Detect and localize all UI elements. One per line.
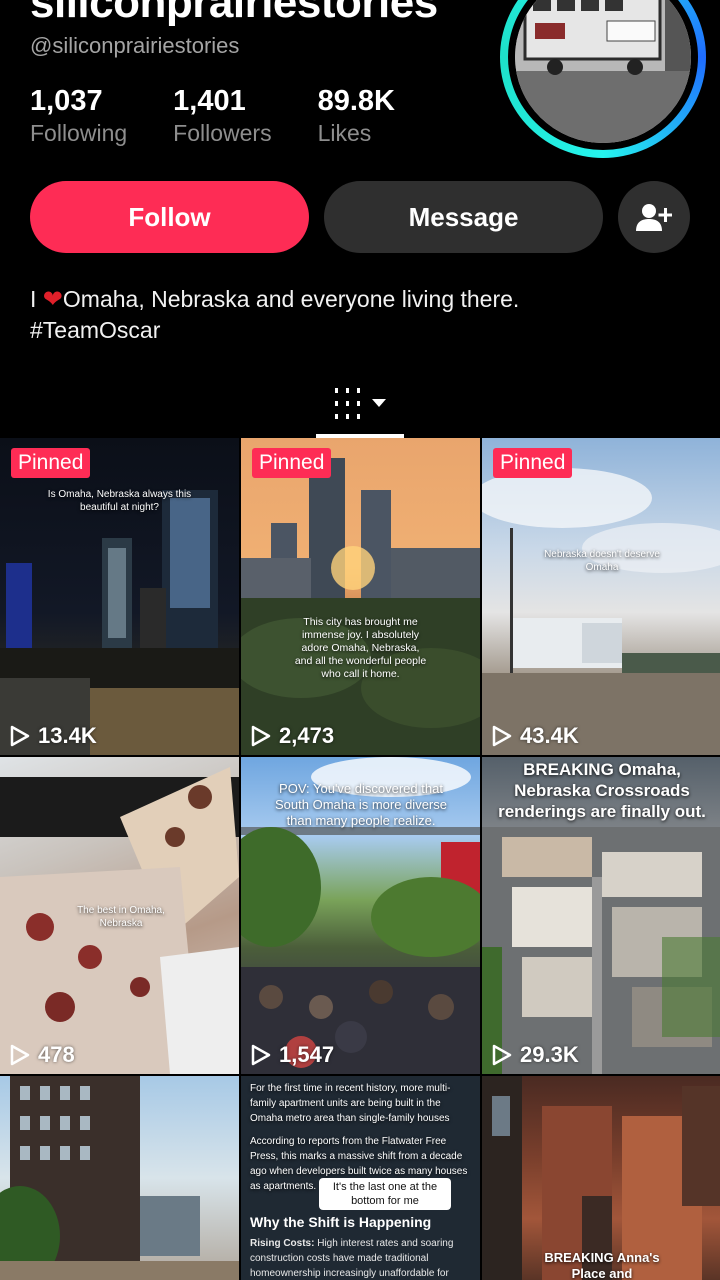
play-icon <box>251 725 271 747</box>
view-count: 43.4K <box>492 723 579 749</box>
bio-prefix: I <box>30 286 37 312</box>
video-tile[interactable]: POV: You've discovered that South Omaha … <box>241 757 480 1074</box>
pinned-badge: Pinned <box>252 448 332 478</box>
heart-icon: ❤ <box>42 286 63 313</box>
article-intro: For the first time in recent history, mo… <box>250 1083 451 1124</box>
view-count: 478 <box>10 1042 75 1068</box>
video-grid: Pinned Is Omaha, Nebraska always this be… <box>0 438 720 1280</box>
comment-bubble: It's the last one at the bottom for me <box>319 1178 451 1210</box>
content-tabbar <box>0 372 720 438</box>
video-tile[interactable]: BREAKING Anna's Place and <box>482 1076 720 1280</box>
add-person-icon <box>636 204 672 231</box>
view-count: 2,473 <box>251 723 334 749</box>
bio-hashtag[interactable]: #TeamOscar <box>30 315 519 346</box>
video-tile[interactable]: BREAKING Omaha, Nebraska Crossroads rend… <box>482 757 720 1074</box>
view-count: 13.4K <box>10 723 97 749</box>
view-count-text: 478 <box>38 1042 75 1067</box>
avatar-image <box>515 0 691 143</box>
stat-label: Likes <box>317 120 372 146</box>
profile-handle: @siliconprairiestories <box>30 33 240 58</box>
video-tile[interactable] <box>0 1076 239 1280</box>
grid-filter-icon <box>335 388 386 419</box>
video-thumbnail <box>0 1076 239 1280</box>
bio-line-1: I ❤Omaha, Nebraska and everyone living t… <box>30 284 519 315</box>
bullet-title: Rising Costs: <box>250 1238 315 1249</box>
stat-likes: 89.8K Likes <box>318 84 395 148</box>
stat-followers[interactable]: 1,401 Followers <box>173 84 271 148</box>
add-friend-button[interactable] <box>618 181 690 253</box>
view-count-text: 1,547 <box>279 1042 335 1067</box>
display-name: siliconprairiestories <box>30 0 438 27</box>
article-bullet: Rising Costs: High interest rates and so… <box>250 1236 472 1280</box>
profile-bio: I ❤Omaha, Nebraska and everyone living t… <box>30 284 519 346</box>
play-icon <box>251 1044 271 1066</box>
view-count-text: 29.3K <box>520 1042 579 1067</box>
play-icon <box>492 1044 512 1066</box>
video-tile[interactable]: Pinned Nebraska doesn't deserve Omaha 43… <box>482 438 720 755</box>
pinned-badge: Pinned <box>493 448 573 478</box>
bio-text: Omaha, Nebraska and everyone living ther… <box>62 286 520 312</box>
view-count-text: 13.4K <box>38 723 97 748</box>
video-caption: BREAKING Omaha, Nebraska Crossroads rend… <box>498 760 706 821</box>
follow-button[interactable]: Follow <box>30 181 309 253</box>
stat-value: 89.8K <box>317 85 395 117</box>
video-caption: Nebraska doesn't deserve Omaha <box>544 549 660 573</box>
video-caption: The best in Omaha, Nebraska <box>77 905 165 929</box>
video-caption: BREAKING Anna's Place and <box>544 1250 660 1280</box>
stat-value: 1,401 <box>173 85 246 117</box>
view-count: 29.3K <box>492 1042 579 1068</box>
play-icon <box>10 1044 30 1066</box>
video-thumbnail <box>482 468 720 755</box>
video-thumbnail <box>241 458 480 755</box>
video-caption: POV: You've discovered that South Omaha … <box>275 781 447 828</box>
video-caption: This city has brought me immense joy. I … <box>294 616 427 680</box>
pinned-badge: Pinned <box>11 448 91 478</box>
video-tile[interactable]: The best in Omaha, Nebraska 478 <box>0 757 239 1074</box>
view-count: 1,547 <box>251 1042 334 1068</box>
video-thumbnail <box>0 490 239 755</box>
view-count-text: 43.4K <box>520 723 579 748</box>
stat-label: Followers <box>173 120 272 146</box>
view-count-text: 2,473 <box>279 723 335 748</box>
profile-avatar[interactable] <box>500 0 706 158</box>
video-tile[interactable]: Pinned Is Omaha, Nebraska always this be… <box>0 438 239 755</box>
video-caption: Is Omaha, Nebraska always this beautiful… <box>47 489 192 513</box>
stat-following[interactable]: 1,037 Following <box>30 84 127 148</box>
stat-label: Following <box>30 120 128 146</box>
article-heading: Why the Shift is Happening <box>250 1214 432 1230</box>
play-icon <box>10 725 30 747</box>
play-icon <box>492 725 512 747</box>
video-tile[interactable]: Pinned This city has brought me immense … <box>241 438 480 755</box>
tab-videos[interactable] <box>334 386 394 422</box>
profile-stats: 1,037 Following 1,401 Followers 89.8K Li… <box>30 84 441 148</box>
video-tile[interactable]: For the first time in recent history, mo… <box>241 1076 480 1280</box>
stat-value: 1,037 <box>30 85 103 117</box>
message-button[interactable]: Message <box>324 181 603 253</box>
